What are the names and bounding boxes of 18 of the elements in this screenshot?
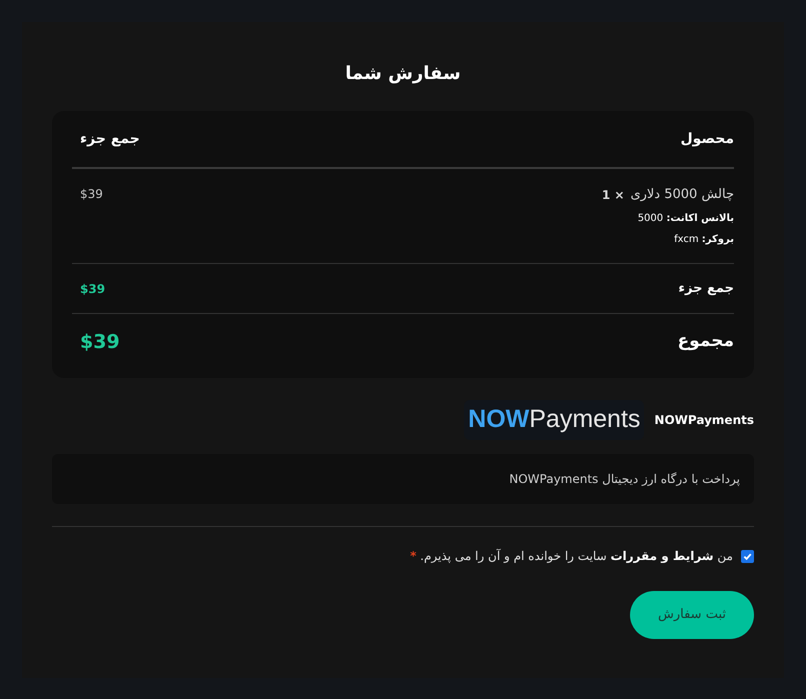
column-header: محصول [680, 130, 734, 148]
subtotal-value: $39 [80, 280, 106, 298]
payment-description: پرداخت با درگاه ارز دیجیتال NOWPayments [509, 471, 740, 488]
column-header: جمع جزء [80, 130, 140, 148]
payment-method-label[interactable]: NOWPayments [654, 411, 754, 429]
required-mark: * [410, 549, 416, 563]
total-label: مجموع [678, 330, 734, 354]
place-order-button[interactable]: ثبت سفارش [630, 591, 754, 639]
terms-checkbox[interactable] [741, 550, 754, 562]
total-value: $39 [80, 330, 120, 355]
section-title: سفارش شما [344, 62, 462, 86]
product-name: چالش 5000 دلاری [630, 186, 734, 204]
subtotal-label: جمع جزء [678, 280, 734, 298]
product-price: $39 [80, 186, 103, 203]
product-quantity: × 1 [602, 187, 624, 204]
terms-link[interactable]: شرایط و مقررات [610, 549, 714, 563]
payment-logo: NOWPayments [464, 400, 644, 440]
terms-text: من شرایط و مقررات سایت را خوانده ام و آن را می پذیرم. * [410, 548, 733, 565]
